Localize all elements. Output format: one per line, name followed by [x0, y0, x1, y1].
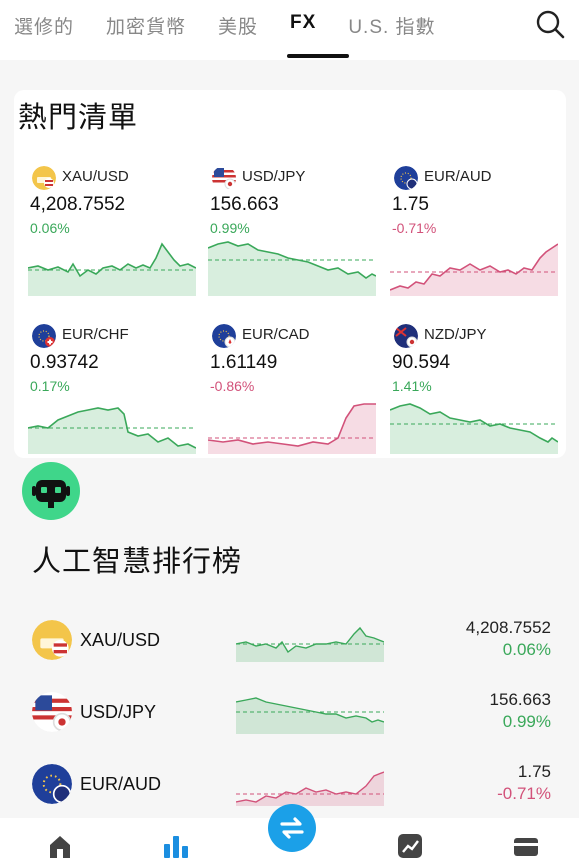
market-tabs: 選修的 加密貨幣 美股 FX U.S. 指數 — [14, 12, 468, 39]
tab-us-stocks[interactable]: 美股 — [218, 12, 258, 39]
exchange-button[interactable] — [268, 804, 316, 852]
tile-change: 0.99% — [210, 220, 250, 236]
nav-home[interactable] — [46, 832, 74, 860]
ai-bot-button[interactable] — [22, 462, 80, 520]
tab-fx[interactable]: FX — [290, 12, 316, 39]
tile-symbol: NZD/JPY — [424, 326, 487, 343]
nav-wallet[interactable] — [512, 832, 540, 860]
ranking-sparkline — [236, 697, 384, 734]
ranking-change: -0.71% — [497, 784, 551, 803]
eur-cad-flag-icon — [212, 324, 236, 348]
ranking-price: 4,208.7552 — [465, 618, 551, 637]
tab-crypto[interactable]: 加密貨幣 — [106, 12, 186, 39]
wallet-icon — [514, 838, 538, 856]
ai-ranking-title: 人工智慧排行榜 — [32, 546, 243, 578]
nav-market[interactable] — [162, 832, 190, 860]
tile-change: -0.86% — [210, 378, 255, 394]
tile-price: 1.61149 — [210, 352, 278, 373]
ranking-change: 0.06% — [502, 640, 551, 659]
watch-tile-eur-chf[interactable]: EUR/CHF 0.93742 0.17% — [28, 322, 196, 472]
ranking-row-xau-usd[interactable]: XAU/USD 4,208.7552 0.06% — [0, 612, 579, 672]
tile-change: 0.17% — [30, 378, 70, 394]
ranking-symbol: EUR/AUD — [80, 774, 162, 794]
home-icon — [50, 836, 70, 858]
exchange-icon — [280, 817, 304, 839]
tile-sparkline — [28, 242, 196, 296]
ranking-change: 0.99% — [502, 712, 551, 731]
tile-change: -0.71% — [392, 220, 437, 236]
watch-tile-eur-cad[interactable]: EUR/CAD 1.61149 -0.86% — [208, 322, 376, 472]
market-bars-icon — [164, 836, 188, 858]
watch-tile-xau-usd[interactable]: XAU/USD 4,208.7552 0.06% — [28, 164, 196, 314]
tile-price: 1.75 — [392, 194, 429, 215]
robot-icon — [32, 480, 70, 508]
tab-optional[interactable]: 選修的 — [14, 12, 74, 39]
tile-sparkline — [208, 241, 376, 296]
ranking-row-usd-jpy[interactable]: USD/JPY 156.663 0.99% — [0, 684, 579, 744]
tile-sparkline — [390, 243, 558, 296]
tile-price: 0.93742 — [30, 352, 99, 373]
tile-symbol: XAU/USD — [62, 168, 129, 185]
ranking-sparkline — [236, 626, 384, 662]
gold-usd-icon — [32, 620, 72, 660]
hot-list-card: 熱門清單 XAU/USD 4,208.7552 0.06% USD/JPY 15… — [14, 90, 566, 458]
trend-chart-icon — [398, 834, 422, 858]
tile-sparkline — [390, 403, 558, 454]
watch-tile-eur-aud[interactable]: EUR/AUD 1.75 -0.71% — [390, 164, 558, 314]
tile-symbol: EUR/CHF — [62, 326, 129, 343]
ranking-price: 156.663 — [489, 690, 551, 709]
tile-price: 156.663 — [210, 194, 279, 215]
tile-change: 1.41% — [392, 378, 432, 394]
usd-jpy-flag-icon — [32, 692, 72, 732]
tile-price: 4,208.7552 — [30, 194, 126, 215]
watch-tile-usd-jpy[interactable]: USD/JPY 156.663 0.99% — [208, 164, 376, 314]
watch-tile-nzd-jpy[interactable]: NZD/JPY 90.594 1.41% — [390, 322, 558, 472]
ranking-symbol: XAU/USD — [80, 630, 161, 650]
eur-chf-flag-icon — [32, 324, 56, 348]
tile-symbol: EUR/CAD — [242, 326, 310, 343]
search-button[interactable] — [532, 6, 568, 42]
tile-change: 0.06% — [30, 220, 70, 236]
ranking-symbol: USD/JPY — [80, 702, 157, 722]
tile-sparkline — [28, 407, 196, 454]
search-icon — [536, 10, 565, 39]
nzd-jpy-flag-icon — [394, 324, 418, 348]
gold-usd-icon — [32, 166, 56, 190]
ranking-sparkline — [236, 771, 384, 806]
tab-us-index[interactable]: U.S. 指數 — [348, 12, 435, 39]
tile-symbol: USD/JPY — [242, 168, 306, 185]
tile-sparkline — [208, 403, 376, 454]
active-tab-indicator — [287, 54, 349, 58]
ranking-price: 1.75 — [517, 762, 551, 781]
eur-aud-flag-icon — [394, 166, 418, 190]
eur-aud-flag-icon — [32, 764, 72, 804]
tile-symbol: EUR/AUD — [424, 168, 492, 185]
hot-list-title: 熱門清單 — [18, 102, 139, 134]
nav-trend[interactable] — [396, 832, 424, 860]
tile-price: 90.594 — [392, 352, 451, 373]
top-tab-bar: 選修的 加密貨幣 美股 FX U.S. 指數 — [0, 0, 579, 60]
usd-jpy-flag-icon — [212, 166, 236, 190]
